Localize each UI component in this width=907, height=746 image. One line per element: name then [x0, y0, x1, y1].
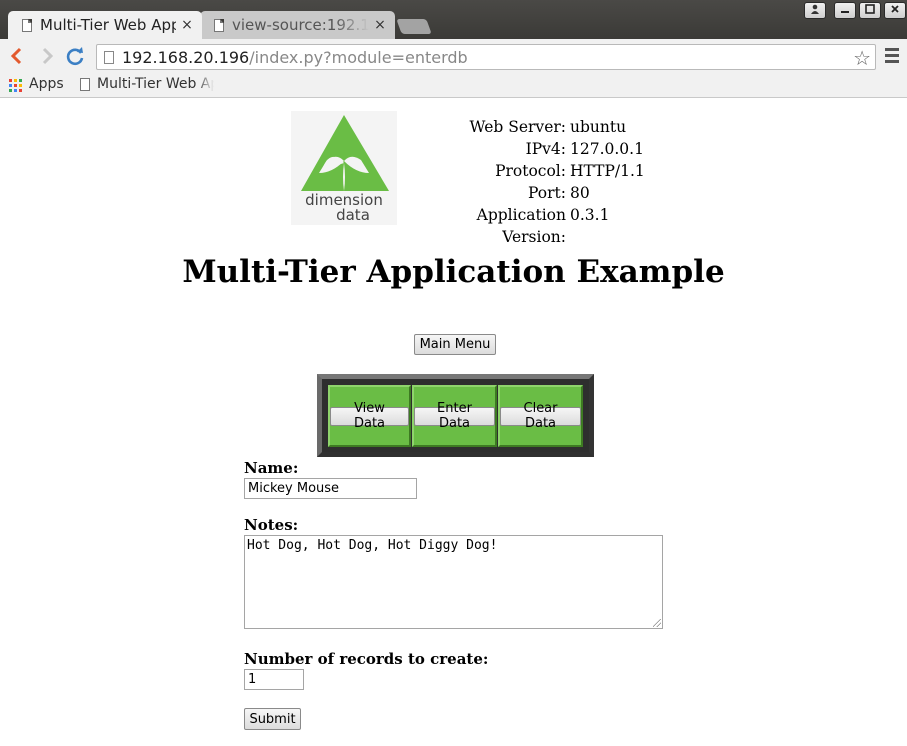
- new-tab-button[interactable]: [396, 19, 432, 34]
- logo-triangle-icon: [301, 115, 389, 191]
- enter-data-button[interactable]: Enter Data: [414, 401, 495, 431]
- app-version-label: Application Version:: [476, 206, 566, 246]
- page-icon: [214, 18, 224, 32]
- page-content: dimension data Web Server: ubuntu IPv4: …: [0, 99, 907, 746]
- back-button[interactable]: [5, 44, 29, 68]
- url-path: /index.py?module=enterdb: [249, 47, 468, 67]
- port-value: 80: [570, 184, 590, 202]
- protocol-label: Protocol:: [495, 162, 566, 180]
- nav-cell-view: View Data: [328, 385, 411, 447]
- server-info-row: Web Server: ubuntu: [420, 116, 645, 138]
- notes-text: Hot Dog, Hot Dog, Hot Diggy Dog!: [247, 538, 498, 553]
- bookmarks-bar: Apps Multi-Tier Web App: [0, 73, 907, 98]
- bookmark-multi-tier-web-app[interactable]: Multi-Tier Web App: [97, 76, 214, 92]
- dimension-data-logo: dimension data: [291, 111, 397, 225]
- nav-cell-clear: Clear Data: [498, 385, 583, 447]
- web-server-label: Web Server:: [469, 118, 566, 136]
- page-icon: [80, 78, 90, 91]
- apps-grid-dot: [19, 79, 22, 82]
- close-icon[interactable]: ×: [369, 17, 391, 33]
- page-title: Multi-Tier Application Example: [182, 254, 725, 290]
- nav-cell-enter: Enter Data: [412, 385, 497, 447]
- web-server-value: ubuntu: [570, 118, 627, 136]
- name-input[interactable]: [244, 478, 417, 499]
- server-info-row: Protocol: HTTP/1.1: [420, 160, 645, 182]
- server-info-row: Port: 80: [420, 182, 645, 204]
- apps-grid-dot: [9, 89, 12, 92]
- user-profile-icon[interactable]: [804, 2, 826, 19]
- reload-icon: [66, 47, 84, 66]
- main-menu-button[interactable]: Main Menu: [414, 334, 496, 355]
- minimize-button[interactable]: [834, 2, 856, 19]
- tab-multi-tier-web-app[interactable]: Multi-Tier Web App ×: [8, 11, 202, 39]
- forward-button[interactable]: [35, 44, 59, 68]
- apps-grid-dot: [14, 89, 17, 92]
- browser-titlebar: Multi-Tier Web App × view-source:192.168…: [0, 0, 907, 39]
- forward-arrow-icon: [42, 47, 54, 65]
- reload-button[interactable]: [63, 44, 87, 68]
- name-label: Name:: [244, 459, 299, 477]
- ipv4-label: IPv4:: [525, 140, 566, 158]
- tab-title: Multi-Tier Web App: [40, 16, 176, 34]
- apps-grid-icon[interactable]: [9, 79, 22, 92]
- apps-grid-dot: [19, 89, 22, 92]
- records-label: Number of records to create:: [244, 650, 489, 668]
- notes-label: Notes:: [244, 516, 299, 534]
- address-bar[interactable]: 192.168.20.196/index.py?module=enterdb ☆: [96, 44, 876, 70]
- resize-handle-icon[interactable]: [653, 619, 661, 627]
- server-info-row: Application Version: 0.3.1: [420, 204, 645, 248]
- apps-grid-dot: [9, 79, 12, 82]
- tab-title: view-source:192.168: [232, 16, 369, 34]
- page-icon: [22, 18, 32, 32]
- apps-grid-dot: [14, 79, 17, 82]
- apps-grid-dot: [19, 84, 22, 87]
- module-nav: View Data Enter Data Clear Data: [317, 374, 594, 457]
- records-count-input[interactable]: [244, 669, 304, 690]
- submit-button[interactable]: Submit: [244, 708, 301, 730]
- tab-view-source[interactable]: view-source:192.168 ×: [200, 11, 395, 39]
- apps-grid-dot: [14, 84, 17, 87]
- maximize-button[interactable]: [859, 2, 881, 19]
- ipv4-value: 127.0.0.1: [570, 140, 644, 158]
- port-label: Port:: [528, 184, 566, 202]
- bookmark-star-icon[interactable]: ☆: [853, 46, 871, 70]
- apps-grid-dot: [9, 84, 12, 87]
- page-icon: [104, 50, 114, 64]
- app-version-value: 0.3.1: [570, 206, 610, 224]
- browser-toolbar: 192.168.20.196/index.py?module=enterdb ☆: [0, 39, 907, 73]
- server-info-row: IPv4: 127.0.0.1: [420, 138, 645, 160]
- server-info: Web Server: ubuntu IPv4: 127.0.0.1 Proto…: [420, 116, 645, 248]
- url-host: 192.168.20.196: [122, 47, 250, 67]
- window-close-button[interactable]: [884, 2, 906, 19]
- bookmark-apps[interactable]: Apps: [29, 76, 64, 92]
- clear-data-button[interactable]: Clear Data: [500, 401, 581, 431]
- protocol-value: HTTP/1.1: [570, 162, 645, 180]
- logo-text-data: data: [336, 206, 370, 224]
- view-data-button[interactable]: View Data: [330, 401, 409, 431]
- back-arrow-icon: [10, 47, 22, 65]
- notes-textarea[interactable]: Hot Dog, Hot Dog, Hot Diggy Dog!: [244, 535, 663, 629]
- menu-icon[interactable]: [885, 48, 899, 64]
- close-icon[interactable]: ×: [176, 17, 198, 33]
